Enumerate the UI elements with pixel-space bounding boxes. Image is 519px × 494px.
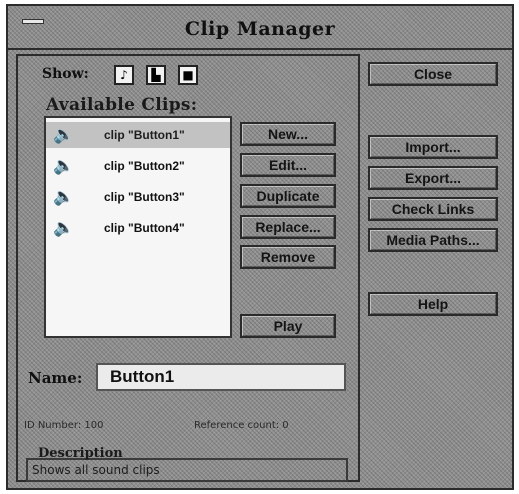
- filter-picture-icon[interactable]: ▙: [146, 65, 166, 85]
- name-label: Name:: [28, 369, 83, 387]
- duplicate-button[interactable]: Duplicate: [240, 184, 336, 208]
- speaker-icon: 🔈: [53, 156, 75, 175]
- window-title: Clip Manager: [184, 18, 336, 40]
- import-button[interactable]: Import...: [368, 135, 498, 159]
- new-button[interactable]: New...: [240, 122, 336, 146]
- title-bar[interactable]: Clip Manager: [8, 6, 512, 50]
- description-box[interactable]: Shows all sound clips: [26, 458, 348, 482]
- list-item[interactable]: 🔈 clip "Button2": [46, 153, 230, 179]
- description-label: Description: [38, 446, 123, 461]
- media-paths-button[interactable]: Media Paths...: [368, 228, 498, 252]
- list-item[interactable]: 🔈 clip "Button3": [46, 184, 230, 210]
- id-number-text: ID Number: 100: [24, 420, 104, 431]
- reference-count-text: Reference count: 0: [194, 420, 289, 431]
- description-text: Shows all sound clips: [32, 463, 160, 477]
- speaker-icon: 🔈: [53, 187, 75, 206]
- show-label: Show:: [42, 66, 89, 82]
- name-field[interactable]: Button1: [96, 363, 346, 391]
- filter-video-icon[interactable]: ■: [178, 65, 198, 85]
- clips-panel: Show: ♪ ▙ ■ Available Clips: 🔈 clip "But…: [16, 54, 360, 482]
- export-button[interactable]: Export...: [368, 166, 498, 190]
- speaker-icon: 🔈: [53, 218, 75, 237]
- replace-button[interactable]: Replace...: [240, 215, 336, 239]
- list-item[interactable]: 🔈 clip "Button4": [46, 215, 230, 241]
- clip-label: clip "Button4": [104, 221, 185, 235]
- remove-button[interactable]: Remove: [240, 245, 336, 269]
- available-clips-label: Available Clips:: [46, 95, 198, 115]
- clip-label: clip "Button3": [104, 190, 185, 204]
- edit-button[interactable]: Edit...: [240, 153, 336, 177]
- list-item[interactable]: 🔈 clip "Button1": [46, 122, 230, 148]
- clip-manager-window: Clip Manager Show: ♪ ▙ ■ Available Clips…: [6, 4, 514, 490]
- clip-label: clip "Button2": [104, 159, 185, 173]
- speaker-icon: 🔈: [53, 125, 75, 144]
- help-button[interactable]: Help: [368, 292, 498, 316]
- clip-label: clip "Button1": [104, 128, 185, 142]
- filter-sound-icon[interactable]: ♪: [114, 65, 134, 85]
- check-links-button[interactable]: Check Links: [368, 197, 498, 221]
- play-button[interactable]: Play: [240, 314, 336, 338]
- clips-list[interactable]: 🔈 clip "Button1" 🔈 clip "Button2" 🔈 clip…: [44, 116, 232, 338]
- close-button[interactable]: Close: [368, 62, 498, 86]
